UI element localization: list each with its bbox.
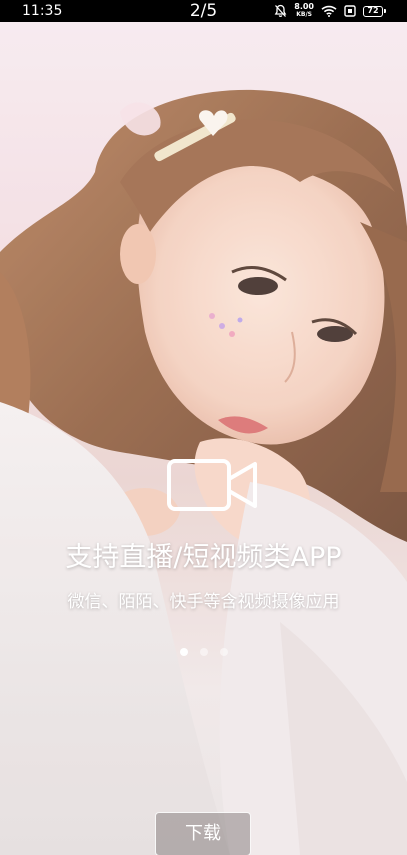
portrait-illustration <box>0 22 407 855</box>
status-bar: 11:35 2/5 8.00 KB/S 72 <box>0 0 407 22</box>
download-button[interactable]: 下载 <box>155 812 251 855</box>
video-camera-icon <box>167 459 257 511</box>
guide-screen: 11:35 2/5 8.00 KB/S 72 支持直播/短视频类APP 微信、陌… <box>0 0 407 855</box>
net-speed-value: 8.00 <box>294 2 314 11</box>
sim-card-icon <box>344 5 356 17</box>
slide-headline: 支持直播/短视频类APP <box>65 542 342 573</box>
page-dot-3[interactable] <box>219 648 228 656</box>
page-dot-1[interactable] <box>179 648 188 656</box>
slide-subline: 微信、陌陌、快手等含视频摄像应用 <box>67 592 340 612</box>
background-photo <box>0 22 407 855</box>
status-icons: 8.00 KB/S 72 <box>274 3 386 19</box>
battery-icon: 72 <box>363 5 386 17</box>
page-dots <box>0 648 407 656</box>
net-speed: 8.00 KB/S <box>294 3 314 19</box>
net-speed-unit: KB/S <box>296 11 312 18</box>
mute-bell-icon <box>274 4 287 17</box>
page-dot-2[interactable] <box>199 648 208 656</box>
wifi-icon <box>321 5 337 17</box>
